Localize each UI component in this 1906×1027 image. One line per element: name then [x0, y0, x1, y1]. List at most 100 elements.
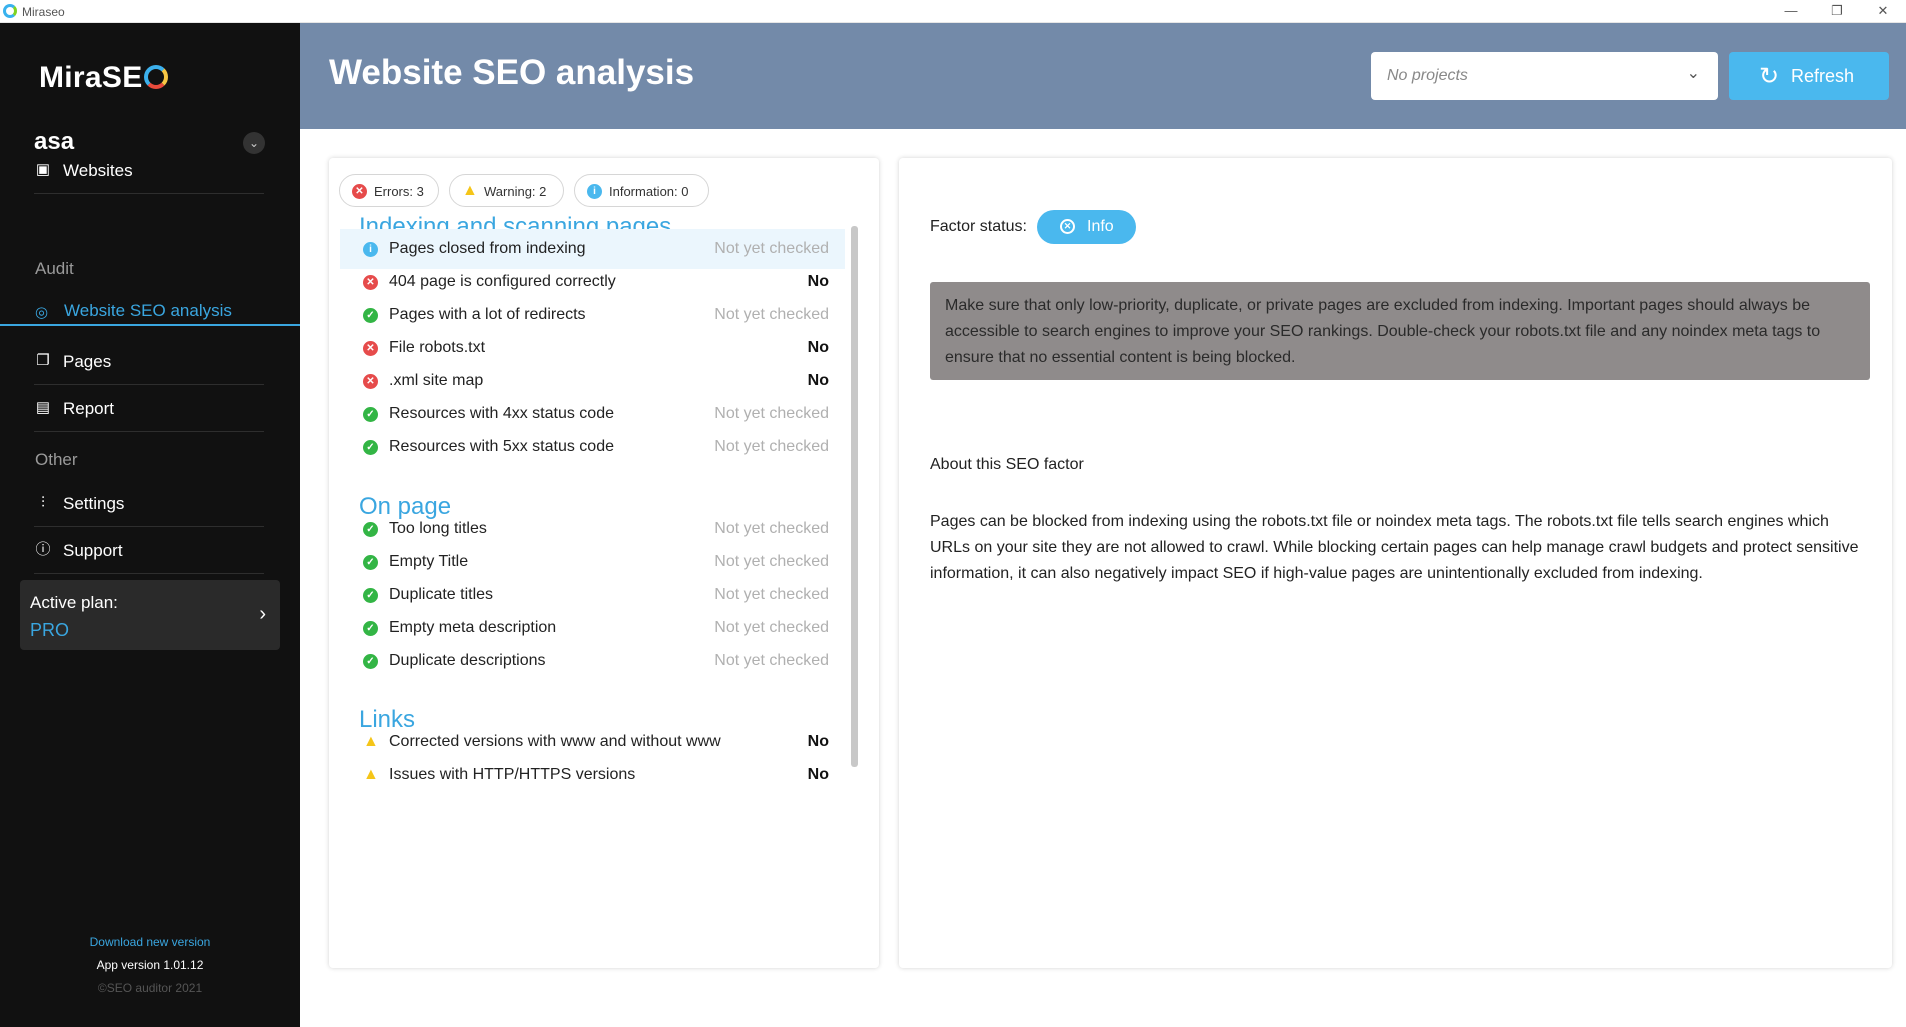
- sidebar-item-website-seo-analysis[interactable]: ◎ Website SEO analysis: [0, 291, 300, 326]
- report-icon: ▤: [35, 399, 51, 416]
- check-label: Empty Title: [389, 553, 469, 570]
- download-new-version-link[interactable]: Download new version: [0, 935, 300, 949]
- refresh-label: Refresh: [1791, 66, 1855, 86]
- checks-panel: ✕ Errors: 3 ▲ Warning: 2 i Information: …: [329, 158, 879, 968]
- check-status: No: [807, 372, 829, 389]
- check-icon: ✓: [363, 522, 378, 537]
- app-logo: MiraSE: [39, 61, 168, 95]
- factor-notice: Make sure that only low-priority, duplic…: [930, 282, 1870, 380]
- close-circle-icon: ✕: [1060, 219, 1075, 234]
- analysis-icon: ◎: [35, 304, 49, 321]
- sidebar-item-websites[interactable]: ▣ Websites: [34, 146, 264, 194]
- check-status: No: [807, 339, 829, 356]
- restore-button[interactable]: ❐: [1814, 0, 1860, 22]
- copyright: ©SEO auditor 2021: [97, 981, 203, 995]
- sidebar-item-settings[interactable]: ⫶ Settings: [34, 479, 264, 527]
- minimize-button[interactable]: —: [1768, 0, 1814, 22]
- error-icon: ✕: [352, 184, 367, 199]
- check-label: Pages with a lot of redirects: [389, 306, 586, 323]
- app-version: App version 1.01.12: [96, 958, 204, 972]
- project-select-value: No projects: [1387, 67, 1468, 84]
- check-status: Not yet checked: [714, 652, 829, 669]
- active-plan-card[interactable]: Active plan: PRO ›: [20, 580, 280, 650]
- app-logo-icon: [3, 4, 17, 18]
- plan-label: Active plan:: [30, 593, 118, 612]
- warning-icon: ▲: [363, 766, 379, 783]
- factor-status-value: Info: [1087, 218, 1114, 235]
- warning-icon: ▲: [462, 182, 478, 199]
- check-icon: ✓: [363, 588, 378, 603]
- error-icon: ✕: [363, 275, 378, 290]
- warning-icon: ▲: [363, 733, 379, 750]
- briefcase-icon: ▣: [35, 161, 51, 178]
- check-row[interactable]: ✓ Duplicate descriptions Not yet checked: [340, 641, 845, 681]
- check-label: Pages closed from indexing: [389, 240, 586, 257]
- check-status: No: [807, 273, 829, 290]
- info-icon: i: [363, 242, 378, 257]
- sidebar-item-report[interactable]: ▤ Report: [34, 384, 264, 432]
- check-label: Resources with 5xx status code: [389, 438, 614, 455]
- information-count: Information: 0: [609, 184, 689, 199]
- check-icon: ✓: [363, 621, 378, 636]
- window-titlebar: Miraseo — ❐ ✕: [0, 0, 1906, 23]
- check-status: Not yet checked: [714, 619, 829, 636]
- check-status: No: [807, 733, 829, 750]
- check-status: Not yet checked: [714, 438, 829, 455]
- factor-status-label: Factor status:: [930, 218, 1027, 235]
- sidebar-item-support[interactable]: ⓘ Support: [34, 526, 264, 574]
- check-icon: ✓: [363, 555, 378, 570]
- check-row[interactable]: ▲ Issues with HTTP/HTTPS versions No: [340, 755, 845, 795]
- plan-value: PRO: [30, 620, 70, 640]
- sidebar-item-label: Support: [63, 541, 123, 560]
- check-label: 404 page is configured correctly: [389, 273, 616, 290]
- scrollbar-thumb[interactable]: [851, 226, 858, 767]
- about-factor-title: About this SEO factor: [930, 456, 1084, 473]
- sliders-icon: ⫶: [41, 494, 45, 511]
- sidebar-item-label: Settings: [63, 494, 125, 513]
- section-audit-label: Audit: [35, 259, 74, 278]
- factor-status-badge: ✕ Info: [1037, 210, 1136, 244]
- check-label: File robots.txt: [389, 339, 486, 356]
- sidebar-item-label: Website SEO analysis: [64, 301, 232, 320]
- pages-icon: ❐: [36, 352, 50, 369]
- check-label: Resources with 4xx status code: [389, 405, 614, 422]
- page-title: Website SEO analysis: [329, 53, 695, 92]
- sidebar-item-label: Report: [63, 399, 115, 418]
- warnings-filter-badge[interactable]: ▲ Warning: 2: [449, 174, 564, 207]
- check-label: Too long titles: [389, 520, 487, 537]
- check-label: Duplicate titles: [389, 586, 494, 603]
- check-status: Not yet checked: [714, 306, 829, 323]
- refresh-button[interactable]: ↻ Refresh: [1729, 52, 1889, 100]
- check-icon: ✓: [363, 308, 378, 323]
- check-status: Not yet checked: [714, 240, 829, 257]
- help-icon: ⓘ: [35, 541, 51, 558]
- check-label: Corrected versions with www and without …: [389, 733, 721, 750]
- section-other-label: Other: [35, 450, 78, 469]
- sidebar-item-pages[interactable]: ❐ Pages: [34, 337, 264, 385]
- check-label: Empty meta description: [389, 619, 557, 636]
- error-icon: ✕: [363, 374, 378, 389]
- about-factor-text: Pages can be blocked from indexing using…: [930, 513, 1859, 582]
- chevron-down-icon: ⌄: [1686, 65, 1700, 82]
- check-status: Not yet checked: [714, 553, 829, 570]
- close-window-button[interactable]: ✕: [1860, 0, 1906, 22]
- check-label: .xml site map: [389, 372, 484, 389]
- check-status: No: [807, 766, 829, 783]
- check-label: Duplicate descriptions: [389, 652, 546, 669]
- chevron-right-icon: ›: [259, 603, 266, 625]
- errors-count: Errors: 3: [374, 184, 424, 199]
- check-icon: ✓: [363, 654, 378, 669]
- factor-detail-panel: Factor status: ✕ Info Make sure that onl…: [899, 158, 1892, 968]
- check-status: Not yet checked: [714, 520, 829, 537]
- error-icon: ✕: [363, 341, 378, 356]
- check-icon: ✓: [363, 440, 378, 455]
- check-icon: ✓: [363, 407, 378, 422]
- sidebar-item-label: Pages: [63, 352, 112, 371]
- logo-text: MiraSE: [39, 61, 143, 94]
- check-row[interactable]: ✓ Resources with 5xx status code Not yet c…: [340, 427, 845, 467]
- information-filter-badge[interactable]: i Information: 0: [574, 174, 709, 207]
- check-label: Issues with HTTP/HTTPS versions: [389, 766, 636, 783]
- project-select[interactable]: No projects ⌄: [1371, 52, 1718, 100]
- errors-filter-badge[interactable]: ✕ Errors: 3: [339, 174, 439, 207]
- window-title: Miraseo: [22, 5, 65, 19]
